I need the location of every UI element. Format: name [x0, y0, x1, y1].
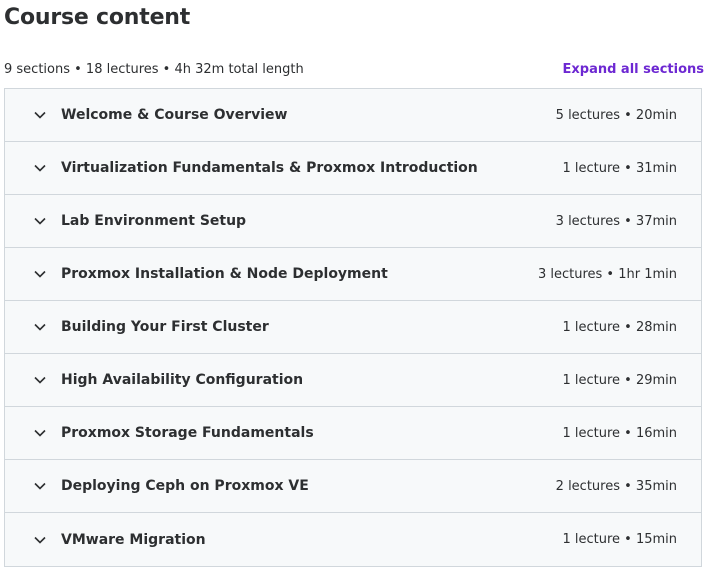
section-item[interactable]: Proxmox Storage Fundamentals 1 lecture •… — [5, 407, 701, 460]
section-meta: 1 lecture • 28min — [562, 319, 677, 335]
chevron-down-icon — [33, 533, 47, 547]
section-item[interactable]: Deploying Ceph on Proxmox VE 2 lectures … — [5, 460, 701, 513]
section-item[interactable]: Welcome & Course Overview 5 lectures • 2… — [5, 89, 701, 142]
course-summary: 9 sections • 18 lectures • 4h 32m total … — [4, 61, 304, 77]
chevron-down-icon — [33, 320, 47, 334]
chevron-down-icon — [33, 108, 47, 122]
section-title: Proxmox Installation & Node Deployment — [61, 266, 388, 282]
section-meta: 1 lecture • 15min — [562, 532, 677, 547]
course-content-panel: Course content 9 sections • 18 lectures … — [0, 0, 708, 576]
section-title: Virtualization Fundamentals & Proxmox In… — [61, 160, 478, 176]
chevron-down-icon — [33, 267, 47, 281]
section-meta: 1 lecture • 16min — [562, 425, 677, 441]
section-meta: 3 lectures • 1hr 1min — [537, 266, 677, 282]
expand-all-sections-button[interactable]: Expand all sections — [563, 62, 705, 77]
section-meta: 2 lectures • 35min — [555, 478, 677, 494]
section-title: High Availability Configuration — [61, 372, 304, 388]
section-title: VMware Migration — [61, 531, 206, 548]
section-item[interactable]: Lab Environment Setup 3 lectures • 37min — [5, 195, 701, 248]
page-title: Course content — [4, 5, 191, 30]
section-meta: 3 lectures • 37min — [555, 213, 677, 229]
chevron-down-icon — [33, 426, 47, 440]
summary-row: 9 sections • 18 lectures • 4h 32m total … — [4, 59, 704, 79]
section-meta: 1 lecture • 29min — [562, 372, 677, 388]
section-item[interactable]: High Availability Configuration 1 lectur… — [5, 354, 701, 407]
chevron-down-icon — [33, 373, 47, 387]
section-item[interactable]: VMware Migration 1 lecture • 15min — [5, 513, 701, 566]
chevron-down-icon — [33, 479, 47, 493]
section-title: Welcome & Course Overview — [61, 107, 288, 123]
chevron-down-icon — [33, 214, 47, 228]
section-item[interactable]: Proxmox Installation & Node Deployment 3… — [5, 248, 701, 301]
section-title: Proxmox Storage Fundamentals — [61, 425, 314, 441]
section-list: Welcome & Course Overview 5 lectures • 2… — [4, 88, 702, 567]
section-title: Building Your First Cluster — [61, 319, 269, 335]
chevron-down-icon — [33, 161, 47, 175]
section-item[interactable]: Building Your First Cluster 1 lecture • … — [5, 301, 701, 354]
section-meta: 5 lectures • 20min — [555, 107, 677, 123]
section-title: Deploying Ceph on Proxmox VE — [61, 478, 309, 494]
section-item[interactable]: Virtualization Fundamentals & Proxmox In… — [5, 142, 701, 195]
section-title: Lab Environment Setup — [61, 213, 247, 229]
section-meta: 1 lecture • 31min — [562, 160, 677, 176]
